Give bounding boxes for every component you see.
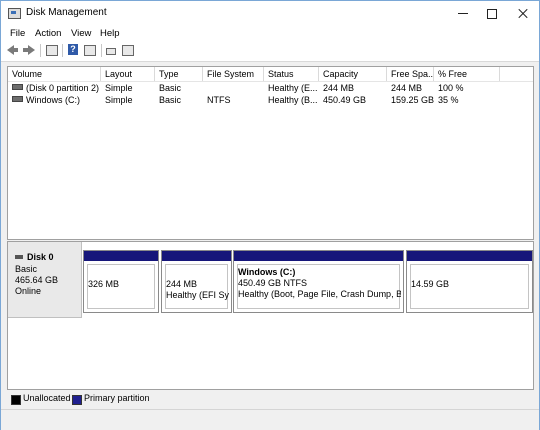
- partition-title: Windows (C:): [238, 267, 296, 277]
- unallocated-swatch: [11, 395, 21, 405]
- partition-size: 450.49 GB NTFS: [238, 278, 308, 288]
- volume-icon: [12, 84, 23, 90]
- column-header-type[interactable]: Type: [155, 67, 203, 81]
- capacity-cell: 244 MB: [323, 83, 355, 93]
- disk-size: 465.64 GB: [15, 275, 59, 285]
- volume-list: Volume Layout Type File System Status Ca…: [7, 66, 534, 240]
- column-header-layout[interactable]: Layout: [101, 67, 155, 81]
- legend-primary-partition: Primary partition: [84, 393, 150, 403]
- column-header-file-system[interactable]: File System: [203, 67, 264, 81]
- toolbar-separator: [62, 44, 63, 57]
- partition-size: 326 MB: [88, 279, 120, 289]
- menu-view[interactable]: View: [71, 28, 91, 39]
- column-header-percent-free[interactable]: % Free: [434, 67, 500, 81]
- title-bar[interactable]: Disk Management: [1, 1, 539, 25]
- file-system-cell: NTFS: [207, 95, 231, 105]
- disk-state: Online: [15, 286, 42, 296]
- partition-size: 14.59 GB: [411, 279, 450, 289]
- column-header-free-space[interactable]: Free Spa...: [387, 67, 434, 81]
- disk-map-panel: Disk 0 Basic 465.64 GB Online 326 MB 244…: [7, 241, 534, 390]
- layout-cell: Simple: [105, 95, 133, 105]
- disk-management-app-icon: [8, 8, 21, 19]
- partition-bar: [407, 251, 532, 261]
- layout-cell: Simple: [105, 83, 133, 93]
- percent-free-cell: 100 %: [438, 83, 464, 93]
- menu-action[interactable]: Action: [35, 28, 61, 39]
- partition-bar: [84, 251, 158, 261]
- partition-status: Healthy (Boot, Page File, Crash Dump, Ba…: [238, 289, 401, 299]
- column-header-status[interactable]: Status: [264, 67, 319, 81]
- free-space-cell: 244 MB: [391, 83, 423, 93]
- forward-arrow-icon[interactable]: [23, 44, 37, 56]
- toolbar-separator: [40, 44, 41, 57]
- volume-cell: Windows (C:): [8, 94, 101, 106]
- view-icon[interactable]: [83, 44, 97, 56]
- free-space-cell: 159.25 GB: [391, 95, 434, 105]
- volume-name: (Disk 0 partition 2): [26, 83, 100, 93]
- partition-windows-c[interactable]: Windows (C:) 450.49 GB NTFS Healthy (Boo…: [233, 250, 404, 313]
- disk-name: Disk 0: [27, 252, 54, 262]
- menu-help[interactable]: Help: [100, 28, 120, 39]
- maximize-button[interactable]: [477, 1, 507, 25]
- column-header-capacity[interactable]: Capacity: [319, 67, 387, 81]
- settings-icon[interactable]: [121, 44, 135, 56]
- legend: Unallocated Primary partition: [7, 391, 532, 407]
- type-cell: Basic: [159, 83, 182, 93]
- volume-name: Windows (C:): [26, 95, 81, 105]
- window-title: Disk Management: [26, 7, 107, 18]
- column-header-volume[interactable]: Volume: [8, 67, 101, 81]
- partition-efi[interactable]: 244 MB Healthy (EFI Syst: [161, 250, 232, 313]
- status-cell: Healthy (E...: [268, 83, 318, 93]
- partition-size: 244 MB: [166, 279, 198, 289]
- connect-icon[interactable]: [105, 44, 119, 56]
- partition-bar: [162, 251, 231, 261]
- disk-0-label[interactable]: Disk 0 Basic 465.64 GB Online: [8, 242, 82, 318]
- menu-file[interactable]: File: [10, 28, 25, 39]
- help-icon[interactable]: ?: [66, 44, 80, 56]
- menu-bar: File Action View Help: [1, 25, 539, 41]
- disk-icon: [15, 255, 23, 259]
- status-cell: Healthy (B...: [268, 95, 318, 105]
- disk-management-window: Disk Management File Action View Help ? …: [0, 0, 540, 430]
- status-bar: [1, 409, 539, 430]
- partition-bar: [234, 251, 403, 261]
- partition-326mb[interactable]: 326 MB: [83, 250, 159, 313]
- primary-partition-swatch: [72, 395, 82, 405]
- percent-free-cell: 35 %: [438, 95, 459, 105]
- legend-unallocated: Unallocated: [23, 393, 71, 403]
- close-button[interactable]: [508, 1, 538, 25]
- capacity-cell: 450.49 GB: [323, 95, 367, 105]
- volume-list-header: Volume Layout Type File System Status Ca…: [8, 67, 533, 82]
- properties-icon[interactable]: [45, 44, 59, 56]
- volume-row[interactable]: Windows (C:) Simple Basic NTFS Healthy (…: [8, 94, 533, 106]
- type-cell: Basic: [159, 95, 182, 105]
- minimize-button[interactable]: [448, 1, 478, 25]
- partition-status: Healthy (EFI Syst: [166, 290, 229, 300]
- toolbar: ?: [1, 41, 539, 62]
- file-system-cell: [203, 82, 264, 94]
- volume-row[interactable]: (Disk 0 partition 2) Simple Basic Health…: [8, 82, 533, 94]
- back-arrow-icon[interactable]: [7, 44, 21, 56]
- volume-cell: (Disk 0 partition 2): [8, 82, 101, 94]
- disk-type: Basic: [15, 264, 38, 274]
- toolbar-separator: [101, 44, 102, 57]
- partition-14gb[interactable]: 14.59 GB: [406, 250, 533, 313]
- volume-icon: [12, 96, 23, 102]
